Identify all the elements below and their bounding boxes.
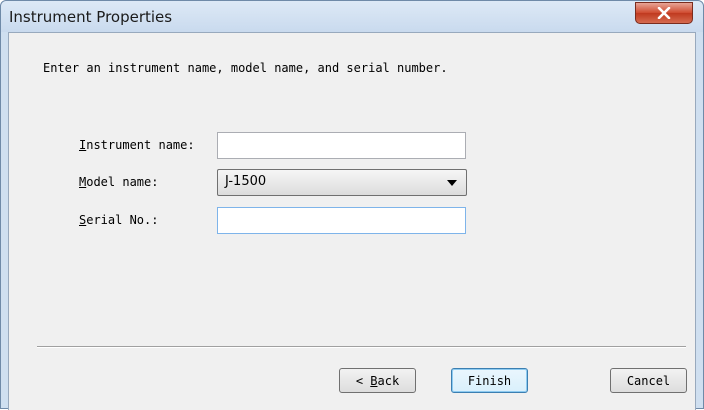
chevron-down-icon[interactable] [447,180,457,186]
serial-no-input[interactable] [217,207,466,234]
close-button[interactable] [635,2,693,24]
cancel-button-label: Cancel [626,373,671,388]
model-name-label: Model name: [79,175,158,189]
model-name-selected-value: J-1500 [225,174,267,189]
back-button-prefix: < [355,373,371,388]
back-button-mnemonic: B [370,373,378,388]
cancel-button[interactable]: Cancel [610,368,687,393]
back-button[interactable]: < Back [339,368,416,393]
close-icon [657,7,671,19]
model-name-dropdown[interactable]: J-1500 [217,169,467,196]
button-separator [37,346,686,348]
finish-button-label: Finish [467,373,512,388]
instrument-name-label: Instrument name: [79,138,195,152]
instruction-text: Enter an instrument name, model name, an… [43,61,448,75]
instrument-name-input[interactable] [217,132,466,159]
instrument-name-label-text: nstrument name: [86,138,195,152]
window-title: Instrument Properties [9,8,173,26]
serial-no-label-text: erial No.: [86,213,159,227]
title-bar[interactable]: Instrument Properties [1,1,703,32]
finish-button[interactable]: Finish [451,368,528,393]
model-name-label-text: odel name: [86,175,159,189]
back-button-label: ack [377,373,400,388]
serial-no-label: Serial No.: [79,213,158,227]
